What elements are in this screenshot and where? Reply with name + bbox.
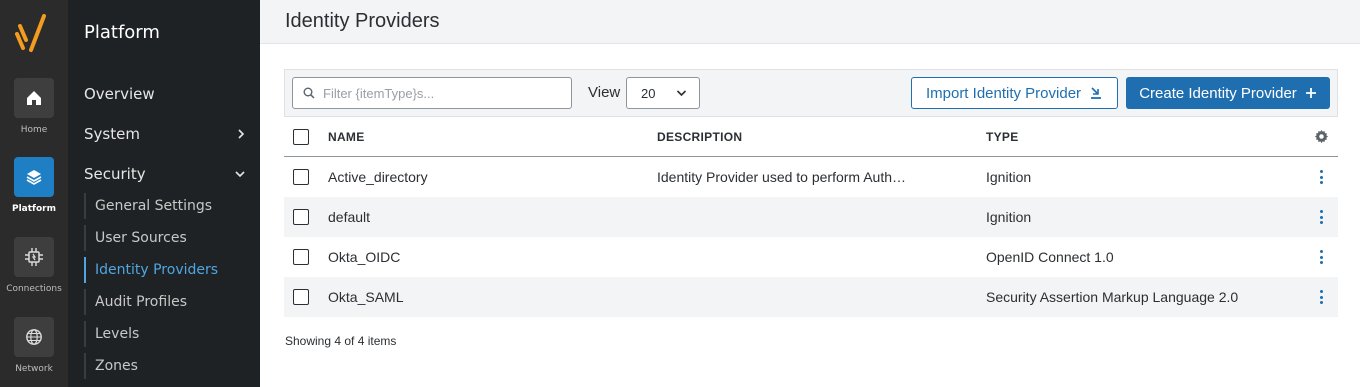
search-icon xyxy=(303,87,315,99)
nav-item-label: Overview xyxy=(84,85,155,103)
cell-type: OpenID Connect 1.0 xyxy=(986,249,1114,265)
nav-sub-label: User Sources xyxy=(95,230,187,246)
icon-rail: Home Platform Connections Network xyxy=(0,0,68,387)
nav-sub-identity-providers[interactable]: Identity Providers xyxy=(84,257,260,283)
nav-item-overview[interactable]: Overview xyxy=(84,82,246,106)
cell-name: Active_directory xyxy=(328,169,428,185)
identity-providers-table: NAME DESCRIPTION TYPE Active_directory I… xyxy=(284,117,1338,317)
column-header-name[interactable]: NAME xyxy=(328,130,365,144)
platform-nav: Platform Overview System Security Genera… xyxy=(68,0,260,387)
item-count: Showing 4 of 4 items xyxy=(285,334,397,348)
cell-type: Security Assertion Markup Language 2.0 xyxy=(986,289,1239,305)
row-actions-menu-icon[interactable] xyxy=(1314,249,1328,265)
filter-field[interactable] xyxy=(292,77,572,109)
nav-item-security[interactable]: Security xyxy=(84,162,246,186)
rail-item-platform[interactable]: Platform xyxy=(0,157,68,214)
nav-sub-user-sources[interactable]: User Sources xyxy=(84,225,260,251)
nav-sub-label: Zones xyxy=(95,358,138,374)
column-header-description[interactable]: DESCRIPTION xyxy=(657,130,742,144)
page-header: Identity Providers xyxy=(260,0,1360,44)
chevron-down-icon xyxy=(676,90,687,97)
nav-item-system[interactable]: System xyxy=(84,122,246,146)
cell-description: Identity Provider used to perform Auth… xyxy=(657,169,907,185)
rail-label-connections: Connections xyxy=(6,284,62,294)
row-actions-menu-icon[interactable] xyxy=(1314,289,1328,305)
create-button-label: Create Identity Provider xyxy=(1139,84,1297,102)
import-button-label: Import Identity Provider xyxy=(925,84,1082,102)
table-row[interactable]: Okta_SAML Security Assertion Markup Lang… xyxy=(284,277,1338,317)
row-actions-menu-icon[interactable] xyxy=(1314,209,1328,225)
import-identity-provider-button[interactable]: Import Identity Provider xyxy=(911,77,1118,109)
row-checkbox[interactable] xyxy=(293,209,309,225)
rail-item-network[interactable]: Network xyxy=(0,317,68,374)
create-identity-provider-button[interactable]: Create Identity Provider xyxy=(1126,77,1330,109)
row-checkbox[interactable] xyxy=(293,169,309,185)
table-header: NAME DESCRIPTION TYPE xyxy=(284,117,1338,157)
cell-type: Ignition xyxy=(986,169,1032,185)
page-size-value: 20 xyxy=(641,85,656,101)
table-toolbar: View 20 Import Identity Provider Create … xyxy=(284,69,1338,117)
nav-title: Platform xyxy=(84,22,160,43)
nav-sub-label: Identity Providers xyxy=(95,262,219,278)
page-title: Identity Providers xyxy=(285,10,440,32)
column-header-type[interactable]: TYPE xyxy=(986,130,1019,144)
table-row[interactable]: Active_directory Identity Provider used … xyxy=(284,157,1338,197)
chevron-right-icon xyxy=(238,129,245,139)
rail-item-connections[interactable]: Connections xyxy=(0,237,68,294)
nav-sub-label: Audit Profiles xyxy=(95,294,187,310)
view-label: View xyxy=(588,84,621,101)
rail-item-home[interactable]: Home xyxy=(0,78,68,135)
cell-name: Okta_OIDC xyxy=(328,249,401,265)
main-content: View 20 Import Identity Provider Create … xyxy=(260,44,1360,387)
home-icon xyxy=(27,91,41,105)
page-size-select[interactable]: 20 xyxy=(626,77,700,109)
nav-sub-levels[interactable]: Levels xyxy=(84,321,260,347)
filter-input[interactable] xyxy=(323,85,563,101)
layers-icon xyxy=(26,170,42,185)
brand-logo xyxy=(15,14,46,52)
nav-sub-label: Levels xyxy=(95,326,140,342)
nav-item-label: System xyxy=(84,125,140,143)
gear-icon[interactable] xyxy=(1314,129,1329,144)
plus-icon xyxy=(1305,88,1316,98)
nav-sub-audit-profiles[interactable]: Audit Profiles xyxy=(84,289,260,315)
rail-label-platform: Platform xyxy=(12,204,56,214)
rail-label-network: Network xyxy=(15,364,53,374)
import-icon xyxy=(1091,87,1102,99)
select-all-checkbox[interactable] xyxy=(293,129,309,145)
connections-icon xyxy=(25,248,43,266)
cell-type: Ignition xyxy=(986,209,1032,225)
table-row[interactable]: default Ignition xyxy=(284,197,1338,237)
nav-sub-zones[interactable]: Zones xyxy=(84,353,260,379)
cell-name: default xyxy=(328,209,371,225)
table-row[interactable]: Okta_OIDC OpenID Connect 1.0 xyxy=(284,237,1338,277)
row-checkbox[interactable] xyxy=(293,289,309,305)
nav-item-label: Security xyxy=(84,165,146,183)
nav-sub-label: General Settings xyxy=(95,198,213,214)
row-actions-menu-icon[interactable] xyxy=(1314,169,1328,185)
rail-label-home: Home xyxy=(20,125,48,135)
cell-name: Okta_SAML xyxy=(328,289,404,305)
chevron-down-icon xyxy=(235,171,245,178)
nav-sub-general-settings[interactable]: General Settings xyxy=(84,193,260,219)
row-checkbox[interactable] xyxy=(293,249,309,265)
globe-icon xyxy=(26,329,42,345)
